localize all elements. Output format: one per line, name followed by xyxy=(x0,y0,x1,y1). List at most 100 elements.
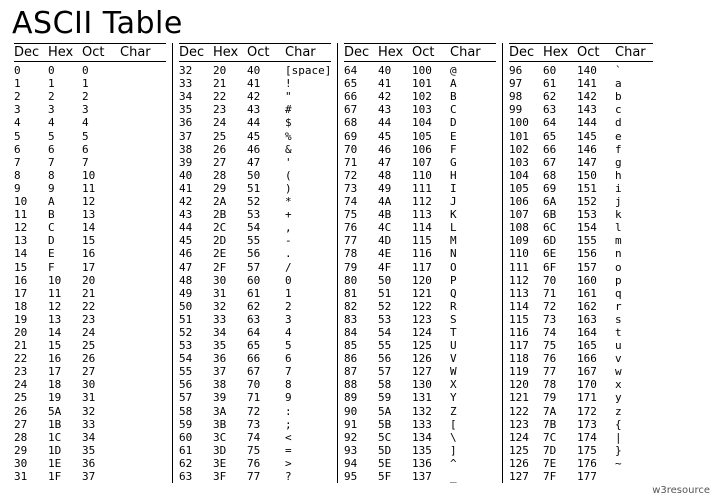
cell-dec: 126 xyxy=(509,457,543,470)
table-row: 444 xyxy=(14,116,166,129)
cell-oct: 156 xyxy=(577,247,611,260)
cell-hex: 27 xyxy=(213,156,247,169)
cell-hex: 6F xyxy=(543,261,577,274)
table-row: 1096D155m xyxy=(509,234,653,247)
cell-dec: 24 xyxy=(14,378,48,391)
cell-dec: 90 xyxy=(344,405,378,418)
cell-oct: 34 xyxy=(82,431,116,444)
table-row: 1277F177 xyxy=(509,470,653,483)
cell-char xyxy=(116,64,166,77)
cell-oct: 21 xyxy=(82,287,116,300)
cell-dec: 19 xyxy=(14,313,48,326)
cell-char xyxy=(116,326,166,339)
cell-hex: 3B xyxy=(213,418,247,431)
cell-dec: 78 xyxy=(344,247,378,260)
cell-hex: 3 xyxy=(48,103,82,116)
cell-oct: 20 xyxy=(82,274,116,287)
cell-char: A xyxy=(446,77,496,90)
cell-char xyxy=(116,234,166,247)
ascii-table: DecHexOctChar000111222333444555666777881… xyxy=(14,43,710,483)
cell-oct: 33 xyxy=(82,418,116,431)
table-row: 211525 xyxy=(14,339,166,352)
cell-dec: 97 xyxy=(509,77,543,90)
cell-hex: 28 xyxy=(213,169,247,182)
cell-oct: 6 xyxy=(82,143,116,156)
cell-char: k xyxy=(611,208,653,221)
cell-dec: 93 xyxy=(344,444,378,457)
cell-oct: 102 xyxy=(412,90,446,103)
cell-char xyxy=(116,143,166,156)
cell-dec: 75 xyxy=(344,208,378,221)
cell-hex: 53 xyxy=(378,313,412,326)
cell-hex: 2A xyxy=(213,195,247,208)
cell-char: 7 xyxy=(281,365,331,378)
table-row: 1257D175} xyxy=(509,444,653,457)
cell-char: P xyxy=(446,274,496,287)
cell-oct: 32 xyxy=(82,405,116,418)
table-row: 10468150h xyxy=(509,169,653,182)
cell-dec: 105 xyxy=(509,182,543,195)
cell-dec: 114 xyxy=(509,300,543,313)
cell-oct: 111 xyxy=(412,182,446,195)
cell-hex: 52 xyxy=(378,300,412,313)
cell-oct: 133 xyxy=(412,418,446,431)
cell-oct: 30 xyxy=(82,378,116,391)
cell-oct: 101 xyxy=(412,77,446,90)
cell-hex: 3A xyxy=(213,405,247,418)
cell-hex: 29 xyxy=(213,182,247,195)
cell-oct: 3 xyxy=(82,103,116,116)
cell-dec: 55 xyxy=(179,365,213,378)
cell-char: } xyxy=(611,444,653,457)
cell-hex: 4A xyxy=(378,195,412,208)
cell-dec: 73 xyxy=(344,182,378,195)
table-row: 9963143c xyxy=(509,103,653,116)
cell-oct: 75 xyxy=(247,444,281,457)
cell-oct: 164 xyxy=(577,326,611,339)
cell-dec: 18 xyxy=(14,300,48,313)
cell-dec: 29 xyxy=(14,444,48,457)
table-row: 231727 xyxy=(14,365,166,378)
cell-char: a xyxy=(611,77,653,90)
cell-char: U xyxy=(446,339,496,352)
cell-hex: 68 xyxy=(543,169,577,182)
cell-hex: 70 xyxy=(543,274,577,287)
cell-char: | xyxy=(611,431,653,444)
cell-oct: 145 xyxy=(577,130,611,143)
table-row: 432B53+ xyxy=(179,208,331,221)
cell-char: ( xyxy=(281,169,331,182)
cell-char xyxy=(116,116,166,129)
cell-dec: 74 xyxy=(344,195,378,208)
cell-hex: B xyxy=(48,208,82,221)
cell-oct: 117 xyxy=(412,261,446,274)
cell-char: ] xyxy=(446,444,496,457)
cell-hex: 51 xyxy=(378,287,412,300)
cell-hex: 19 xyxy=(48,391,82,404)
cell-hex: 6 xyxy=(48,143,82,156)
cell-char: m xyxy=(611,234,653,247)
cell-char: B xyxy=(446,90,496,103)
cell-dec: 67 xyxy=(344,103,378,116)
cell-oct: 15 xyxy=(82,234,116,247)
cell-hex: 8 xyxy=(48,169,82,182)
cell-dec: 38 xyxy=(179,143,213,156)
cell-char: v xyxy=(611,352,653,365)
table-row: 5133633 xyxy=(179,313,331,326)
table-row: 342242" xyxy=(179,90,331,103)
cell-hex: 69 xyxy=(543,182,577,195)
cell-oct: 41 xyxy=(247,77,281,90)
cell-oct: 127 xyxy=(412,365,446,378)
table-row: 181222 xyxy=(14,300,166,313)
cell-oct: 54 xyxy=(247,221,281,234)
cell-dec: 72 xyxy=(344,169,378,182)
cell-hex: 71 xyxy=(543,287,577,300)
cell-hex: 58 xyxy=(378,378,412,391)
cell-dec: 22 xyxy=(14,352,48,365)
table-row: 362444$ xyxy=(179,116,331,129)
cell-dec: 62 xyxy=(179,457,213,470)
cell-hex: 1 xyxy=(48,77,82,90)
cell-oct: 120 xyxy=(412,274,446,287)
cell-hex: A xyxy=(48,195,82,208)
cell-hex: 39 xyxy=(213,391,247,404)
table-row: 777 xyxy=(14,156,166,169)
cell-dec: 25 xyxy=(14,391,48,404)
